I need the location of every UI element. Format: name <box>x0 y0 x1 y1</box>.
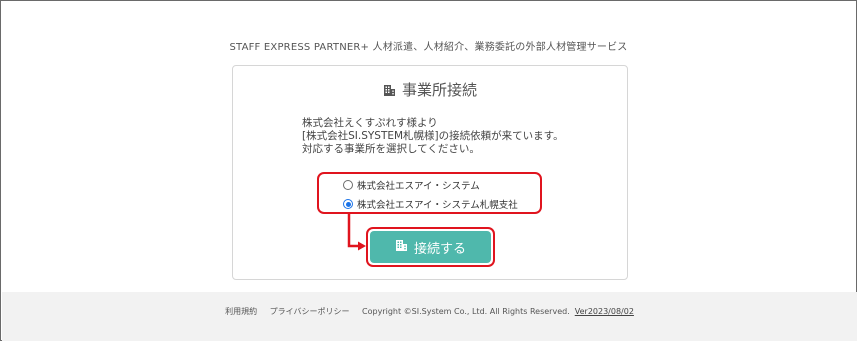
radio-button-selected[interactable] <box>343 199 353 209</box>
connect-button-label: 接続する <box>413 241 466 257</box>
office-option-2[interactable]: 株式会社エスアイ・システム札幌支社 <box>343 197 518 211</box>
copyright-text: Copyright ©SI.System Co., Ltd. All Right… <box>362 307 570 316</box>
app-window: STAFF EXPRESS PARTNER+ 人材派遣、人材紹介、業務委託の外部… <box>0 0 857 341</box>
panel-title: 事業所接続 <box>233 81 627 101</box>
building-icon <box>383 83 396 101</box>
option-label: 株式会社エスアイ・システム札幌支社 <box>357 200 518 211</box>
message-line: 株式会社えくすぷれす様より <box>302 117 438 129</box>
footer-links: 利用規約 プライバシーポリシー Copyright ©SI.System Co.… <box>2 306 857 317</box>
request-message: 株式会社えくすぷれす様より [株式会社SI.SYSTEM札幌様]の接続依頼が来て… <box>302 117 564 156</box>
connect-button[interactable]: 接続する <box>370 231 491 263</box>
panel-title-text: 事業所接続 <box>401 81 477 99</box>
option-label: 株式会社エスアイ・システム <box>357 181 480 192</box>
message-line: [株式会社SI.SYSTEM札幌様]の接続依頼が来ています。 <box>302 130 564 142</box>
service-tagline: STAFF EXPRESS PARTNER+ 人材派遣、人材紹介、業務委託の外部… <box>229 42 628 53</box>
footer: 利用規約 プライバシーポリシー Copyright ©SI.System Co.… <box>2 292 857 341</box>
office-option-1[interactable]: 株式会社エスアイ・システム <box>343 178 480 192</box>
privacy-link[interactable]: プライバシーポリシー <box>270 307 350 316</box>
terms-link[interactable]: 利用規約 <box>225 307 257 316</box>
radio-button[interactable] <box>343 180 353 190</box>
message-line: 対応する事業所を選択してください。 <box>302 143 480 155</box>
version-link[interactable]: Ver2023/08/02 <box>575 307 634 316</box>
building-icon <box>395 239 408 256</box>
